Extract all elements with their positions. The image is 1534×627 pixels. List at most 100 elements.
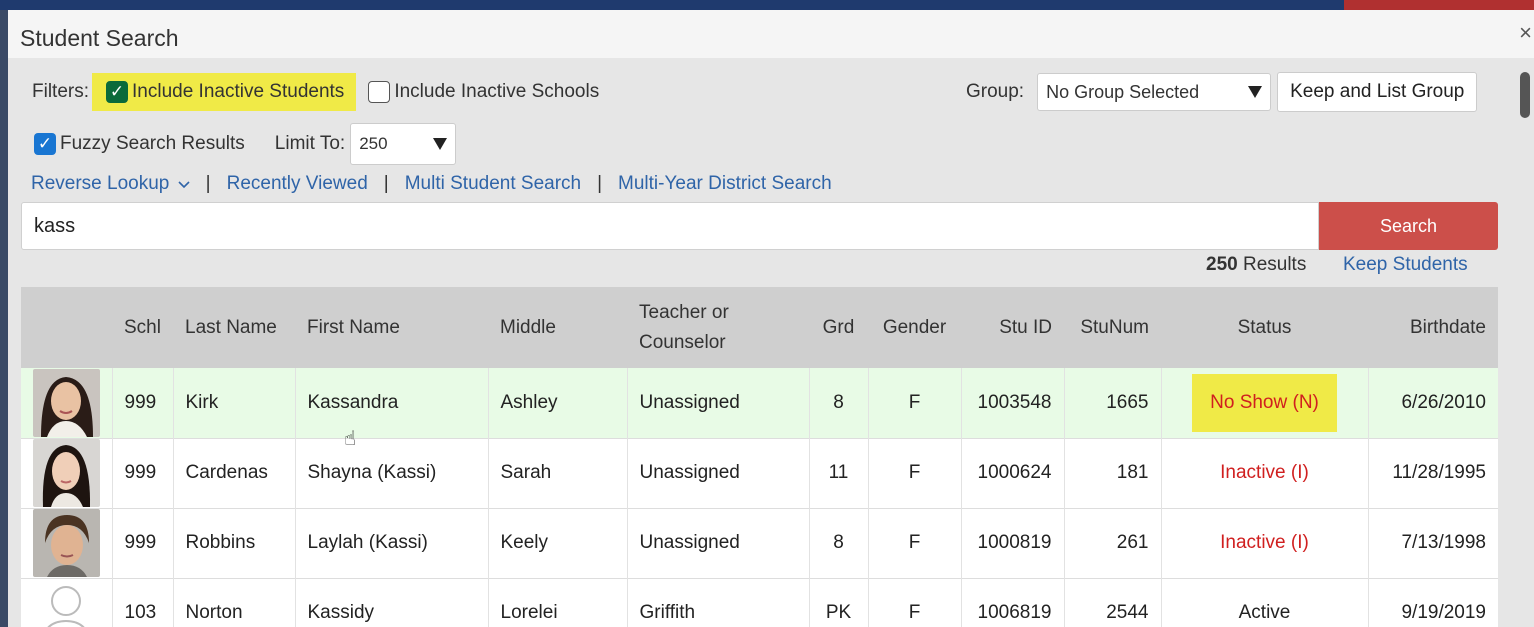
fuzzy-search-label: Fuzzy Search Results bbox=[60, 133, 245, 154]
search-input-value: kass bbox=[34, 214, 76, 237]
cell-first-name: Laylah (Kassi) bbox=[295, 508, 489, 578]
col-header-schl[interactable]: Schl bbox=[112, 287, 173, 368]
cell-middle: Sarah bbox=[488, 438, 628, 508]
filters-label: Filters: bbox=[32, 81, 89, 102]
filters-row: Filters: ✓ Include Inactive Students Inc… bbox=[32, 73, 599, 111]
cell-birthdate: 9/19/2019 bbox=[1401, 602, 1486, 623]
student-photo bbox=[33, 368, 100, 437]
cell-teacher: Unassigned bbox=[627, 368, 810, 438]
col-header-grd[interactable]: Grd bbox=[809, 287, 868, 368]
student-photo bbox=[33, 509, 100, 577]
cell-birthdate: 6/26/2010 bbox=[1401, 391, 1486, 413]
avatar-placeholder-icon bbox=[33, 579, 100, 627]
cell-stu-id: 1003548 bbox=[961, 368, 1065, 438]
cell-gender: F bbox=[868, 368, 962, 438]
include-inactive-schools-checkbox[interactable]: Include Inactive Schools bbox=[368, 81, 599, 103]
checkmark-icon: ✓ bbox=[106, 81, 128, 103]
include-inactive-schools-label: Include Inactive Schools bbox=[394, 81, 600, 102]
photo-cell bbox=[21, 438, 113, 508]
cell-stunum: 261 bbox=[1064, 508, 1162, 578]
cell-gender: F bbox=[868, 508, 962, 578]
cell-last-name: Kirk bbox=[173, 368, 296, 438]
background-app-sidebar bbox=[0, 10, 8, 627]
keep-students-link[interactable]: Keep Students bbox=[1343, 254, 1468, 276]
fuzzy-search-checkbox[interactable]: ✓ Fuzzy Search Results bbox=[34, 133, 245, 155]
reverse-lookup-link[interactable]: Reverse Lookup bbox=[31, 173, 190, 195]
recently-viewed-link[interactable]: Recently Viewed bbox=[227, 173, 368, 195]
col-header-teacher[interactable]: Teacher or Counselor bbox=[627, 287, 809, 368]
include-inactive-students-highlight: ✓ Include Inactive Students bbox=[92, 73, 357, 111]
cell-last-name: Cardenas bbox=[173, 438, 296, 508]
status-badge: No Show (N) bbox=[1192, 373, 1337, 432]
cell-middle: Ashley bbox=[488, 368, 628, 438]
results-table-wrap: Schl Last Name First Name Middle Teacher… bbox=[21, 287, 1498, 627]
close-icon[interactable]: × bbox=[1519, 20, 1532, 46]
checkmark-icon: ✓ bbox=[34, 133, 56, 155]
table-row[interactable]: 999 Kirk Kassandra Ashley Unassigned 8 F… bbox=[21, 368, 1498, 438]
group-select-value: No Group Selected bbox=[1046, 81, 1200, 102]
col-header-status[interactable]: Status bbox=[1161, 287, 1368, 368]
limit-to-label: Limit To: bbox=[274, 133, 346, 154]
table-row[interactable]: 103 Norton Kassidy Lorelei Griffith PK F… bbox=[21, 578, 1498, 627]
include-inactive-students-label: Include Inactive Students bbox=[132, 81, 345, 102]
cell-last-name: Robbins bbox=[173, 508, 296, 578]
col-header-stunum[interactable]: StuNum bbox=[1064, 287, 1161, 368]
limit-select-value: 250 bbox=[359, 134, 388, 153]
link-separator: | bbox=[205, 173, 211, 194]
col-header-first-name[interactable]: First Name bbox=[295, 287, 488, 368]
col-header-birthdate[interactable]: Birthdate bbox=[1368, 287, 1498, 368]
cell-grd: 8 bbox=[809, 368, 869, 438]
cell-grd: 8 bbox=[809, 508, 869, 578]
link-separator: | bbox=[597, 173, 603, 194]
cell-gender: F bbox=[868, 578, 962, 627]
results-number: 250 bbox=[1206, 254, 1238, 275]
limit-select[interactable]: 250 bbox=[350, 123, 457, 165]
cell-first-name: Shayna (Kassi) bbox=[295, 438, 489, 508]
cell-stu-id: 1006819 bbox=[961, 578, 1065, 627]
cell-status: No Show (N) bbox=[1161, 368, 1369, 438]
multi-year-district-search-link[interactable]: Multi-Year District Search bbox=[618, 173, 832, 195]
cell-teacher: Griffith bbox=[627, 578, 810, 627]
include-inactive-students-checkbox[interactable]: ✓ Include Inactive Students bbox=[106, 81, 344, 103]
background-app-accent bbox=[1344, 0, 1534, 10]
dialog-header: Student Search × bbox=[8, 10, 1534, 58]
student-photo bbox=[33, 439, 100, 507]
cell-birthdate: 7/13/1998 bbox=[1401, 532, 1486, 553]
cell-gender: F bbox=[868, 438, 962, 508]
cell-teacher: Unassigned bbox=[627, 438, 810, 508]
photo-cell bbox=[21, 578, 113, 627]
scrollbar-thumb[interactable] bbox=[1520, 72, 1530, 118]
results-table: Schl Last Name First Name Middle Teacher… bbox=[21, 287, 1498, 627]
cell-schl: 999 bbox=[112, 368, 174, 438]
table-row[interactable]: 999 Cardenas Shayna (Kassi) Sarah Unassi… bbox=[21, 438, 1498, 508]
cell-schl: 999 bbox=[112, 508, 174, 578]
cell-stunum: 1665 bbox=[1064, 368, 1162, 438]
cell-stu-id: 1000624 bbox=[961, 438, 1065, 508]
options-row: ✓ Fuzzy Search Results Limit To: 250 bbox=[34, 123, 457, 165]
keep-and-list-group-button[interactable]: Keep and List Group bbox=[1277, 72, 1478, 112]
cell-grd: 11 bbox=[809, 438, 869, 508]
cell-stunum: 181 bbox=[1064, 438, 1162, 508]
col-header-last-name[interactable]: Last Name bbox=[173, 287, 295, 368]
cell-schl: 999 bbox=[112, 438, 174, 508]
student-search-dialog: Student Search × Filters: ✓ Include Inac… bbox=[8, 10, 1534, 627]
search-input[interactable]: kass bbox=[21, 202, 1319, 250]
cell-middle: Keely bbox=[488, 508, 628, 578]
chevron-down-icon bbox=[1248, 86, 1263, 98]
cell-birthdate: 11/28/1995 bbox=[1392, 462, 1486, 483]
photo-cell bbox=[21, 508, 113, 578]
col-header-gender[interactable]: Gender bbox=[868, 287, 961, 368]
search-button[interactable]: Search bbox=[1319, 202, 1498, 250]
cell-first-name: Kassidy bbox=[295, 578, 489, 627]
col-header-middle[interactable]: Middle bbox=[488, 287, 627, 368]
dialog-title: Student Search bbox=[20, 25, 179, 51]
background-app-bar bbox=[0, 0, 1534, 10]
cell-status: Inactive (I) bbox=[1161, 438, 1369, 508]
photo-cell bbox=[21, 368, 113, 438]
col-header-stu-id[interactable]: Stu ID bbox=[961, 287, 1064, 368]
multi-student-search-link[interactable]: Multi Student Search bbox=[405, 173, 581, 195]
cell-schl: 103 bbox=[112, 578, 174, 627]
search-links: Reverse Lookup | Recently Viewed | Multi… bbox=[31, 171, 832, 197]
group-select[interactable]: No Group Selected bbox=[1037, 73, 1272, 111]
table-row[interactable]: 999 Robbins Laylah (Kassi) Keely Unassig… bbox=[21, 508, 1498, 578]
